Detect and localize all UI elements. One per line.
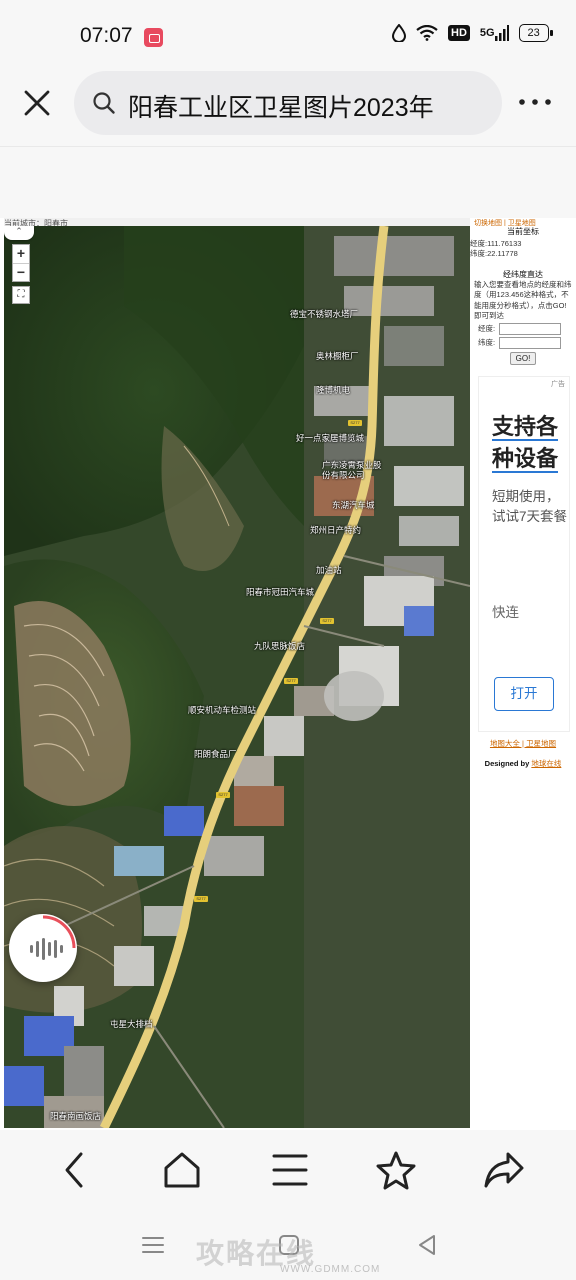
ad-label: 广告 — [551, 381, 565, 388]
sidebar: 当前坐标 经度:111.76133 纬度:22.11778 经纬度直达 输入您要… — [470, 226, 576, 786]
back-nav-icon[interactable] — [412, 1230, 442, 1260]
wifi-icon — [416, 25, 438, 41]
ad-open-button[interactable]: 打开 — [494, 677, 554, 711]
goto-title: 经纬度直达 — [503, 270, 543, 280]
poi-label[interactable]: 东湖汽车城 — [332, 499, 375, 511]
latitude-input[interactable] — [499, 336, 562, 349]
recent-apps-icon[interactable] — [138, 1230, 168, 1260]
search-query: 阳春工业区卫星图片2023年 — [128, 94, 434, 122]
poi-label[interactable]: 九队思脉饭店 — [254, 640, 305, 652]
favorite-icon[interactable] — [372, 1146, 420, 1194]
fullscreen-button[interactable]: ⛶ — [12, 286, 30, 304]
hd-badge: HD — [448, 25, 470, 41]
poi-label[interactable]: 好一点家居博览城 — [296, 432, 364, 444]
zoom-out-button[interactable]: − — [13, 263, 29, 281]
poi-label[interactable]: 阳春市冠田汽车城 — [246, 586, 314, 598]
lng-row: 经度: — [470, 322, 576, 335]
screen-record-icon — [144, 28, 163, 47]
lat-input-label: 纬度: — [478, 338, 496, 348]
poi-label[interactable]: 德宝不锈钢水塔厂 — [290, 308, 358, 320]
browser-toolbar — [0, 1130, 576, 1210]
signal-icon: 5G — [480, 25, 509, 41]
longitude-value: 经度:111.76133 — [470, 239, 522, 248]
goto-desc: 输入您要查看地点的经度和纬度（用123.456这种格式，不能用度分秒格式），点击… — [474, 280, 572, 320]
poi-label[interactable]: 阳朗食品厂 — [194, 748, 237, 760]
poi-label[interactable]: 阳春南画饭店 — [50, 1110, 101, 1122]
collapse-tab-icon[interactable]: ⌃ — [4, 226, 34, 240]
lat-row: 纬度: — [470, 336, 576, 349]
close-icon[interactable] — [20, 86, 54, 120]
status-time: 07:07 — [80, 24, 133, 47]
latitude-value: 纬度:22.11778 — [470, 249, 518, 259]
share-icon[interactable] — [480, 1146, 528, 1194]
lng-input-label: 经度: — [478, 324, 496, 334]
battery-icon: 23 — [518, 24, 553, 42]
road-tag: S277 — [320, 618, 334, 624]
map-caption: 当前城市：阳春市 — [4, 218, 470, 226]
road-tag: S277 — [216, 792, 230, 798]
map-switch-links[interactable]: 切换地图 | 卫星地图 — [474, 218, 570, 226]
poi-label[interactable]: 奥林橱柜厂 — [316, 350, 359, 362]
go-button[interactable]: GO! — [510, 351, 536, 365]
zoom-in-button[interactable]: + — [13, 245, 29, 263]
back-icon[interactable] — [50, 1146, 98, 1194]
ad-body: 短期使用，试试7天套餐 — [492, 489, 568, 524]
poi-label[interactable]: 顺安机动车检测站 — [188, 704, 256, 716]
watermark-url: WWW.GDMM.COM — [280, 1264, 381, 1275]
road-tag: S277 — [284, 678, 298, 684]
ad-sub: 快连 — [492, 605, 519, 620]
home-icon[interactable] — [158, 1146, 206, 1194]
coord-title: 当前坐标 — [507, 227, 539, 236]
search-input[interactable]: 阳春工业区卫星图片2023年 — [74, 71, 502, 135]
status-icons: HD 5G 23 — [392, 24, 553, 42]
satellite-imagery — [4, 226, 470, 1128]
zoom-control: + − — [12, 244, 30, 282]
footer-links[interactable]: 地图大全 | 卫星地图 — [470, 738, 576, 749]
road-tag: S277 — [194, 896, 208, 902]
ad-headline: 支持各种设备 — [492, 411, 566, 475]
voice-wave-icon — [30, 938, 63, 960]
designed-by-link[interactable]: 地球在线 — [531, 759, 561, 768]
designed-by: Designed by 地球在线 — [470, 758, 576, 769]
status-bar: 07:07 HD 5G 23 — [0, 0, 576, 70]
satellite-map[interactable]: ⌃ + − ⛶ 德宝不锈钢水塔厂 奥林橱柜厂 隆博机电 好一点家居博览城 广东凌… — [4, 226, 470, 1128]
search-icon — [92, 91, 116, 115]
toolbar-spacer — [0, 146, 576, 218]
poi-label[interactable]: 广东凌霄泵业股份有限公司 — [322, 460, 384, 480]
longitude-input[interactable] — [499, 322, 562, 335]
poi-label[interactable]: 屯星大排档 — [110, 1018, 153, 1030]
ad-banner[interactable]: 广告 支持各种设备 短期使用，试试7天套餐 快连 打开 — [478, 376, 570, 732]
menu-icon[interactable] — [266, 1146, 314, 1194]
more-icon[interactable] — [516, 90, 554, 114]
designed-by-prefix: Designed by — [484, 759, 530, 768]
voice-assistant-button[interactable] — [9, 914, 77, 982]
network-label: 5G — [479, 26, 495, 39]
ad-headline-text: 支持各种设备 — [492, 414, 559, 473]
road-tag: S277 — [348, 420, 362, 426]
location-drop-icon — [392, 24, 406, 42]
poi-label[interactable]: 隆博机电 — [316, 384, 350, 396]
poi-label[interactable]: 郑州日产特约 — [310, 524, 361, 536]
webpage: 当前城市：阳春市 切换地图 | 卫星地图 ⌃ + − ⛶ 德宝不锈钢水塔厂 奥林… — [0, 218, 576, 1130]
poi-label[interactable]: 加油站 — [316, 564, 342, 576]
